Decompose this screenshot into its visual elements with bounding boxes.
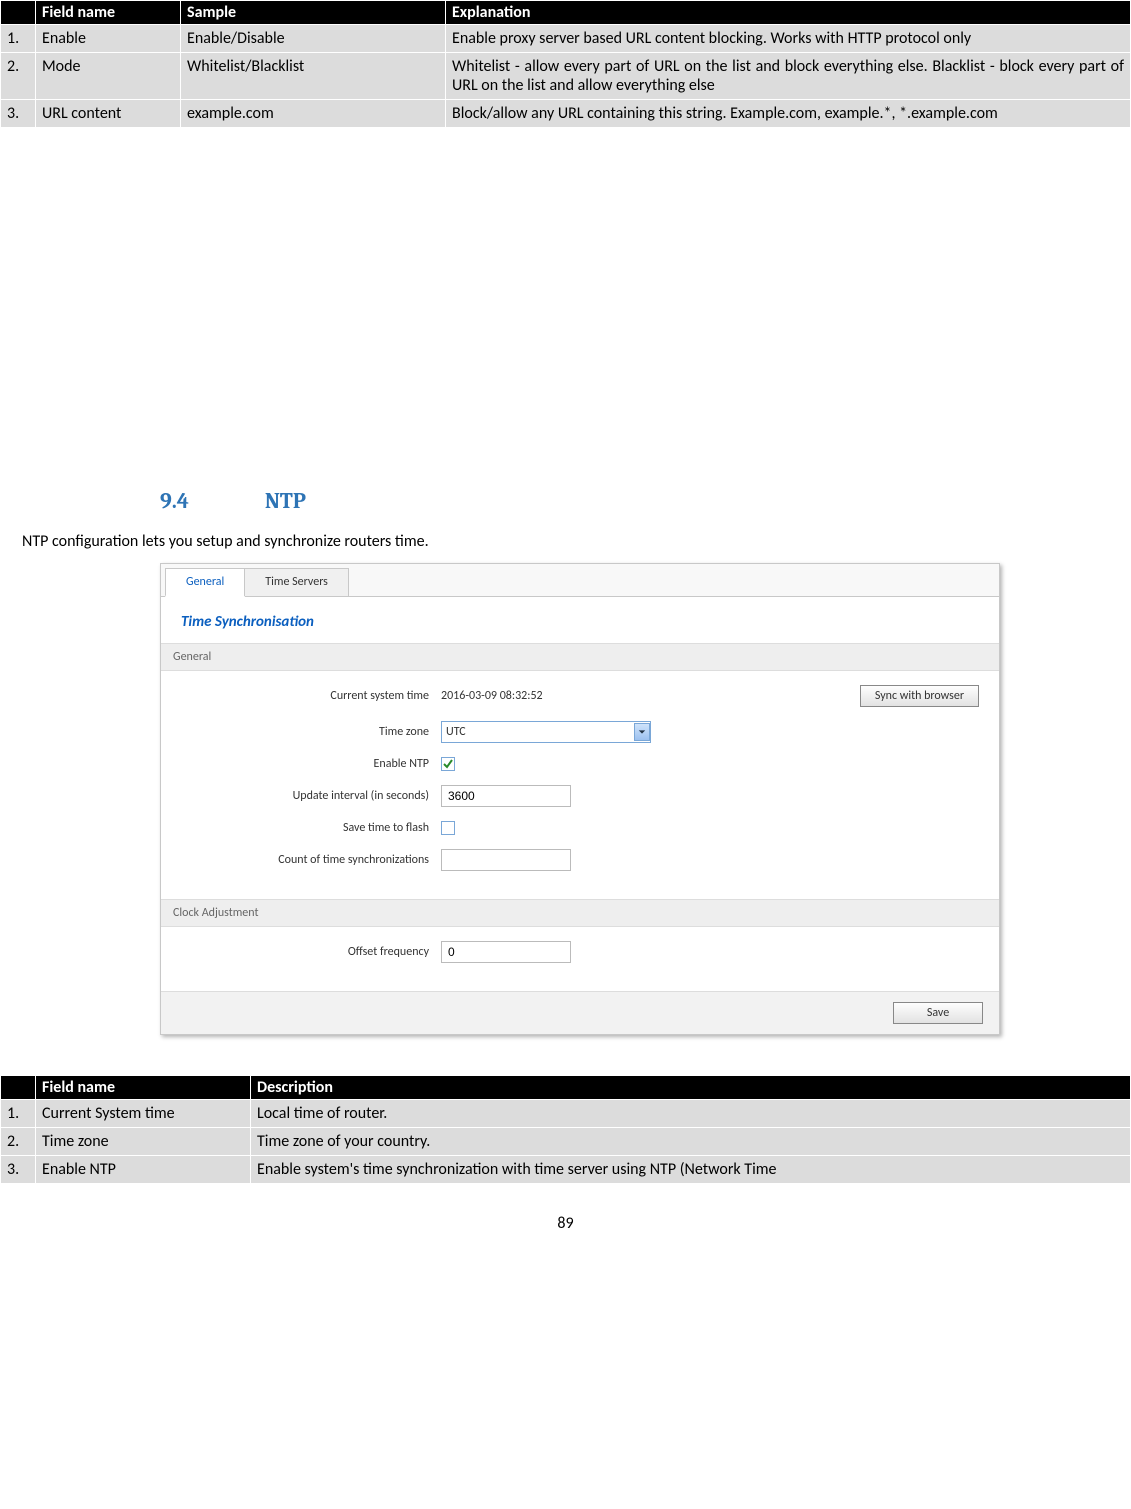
description: Time zone of your country.	[251, 1128, 1131, 1156]
sample: Enable/Disable	[181, 25, 446, 53]
description: Local time of router.	[251, 1100, 1131, 1128]
enable-ntp-checkbox[interactable]	[441, 757, 455, 771]
table-row: 3. Enable NTP Enable system's time synch…	[1, 1156, 1131, 1184]
time-zone-select[interactable]: UTC	[441, 721, 651, 743]
col-sample: Sample	[181, 1, 446, 25]
col-expl: Explanation	[446, 1, 1131, 25]
sync-with-browser-button[interactable]: Sync with browser	[860, 685, 979, 707]
intro-paragraph: NTP configuration lets you setup and syn…	[22, 532, 1109, 551]
label-time-zone: Time zone	[181, 725, 441, 739]
field-name: Time zone	[36, 1128, 251, 1156]
col-desc: Description	[251, 1076, 1131, 1100]
row-num: 3.	[1, 100, 36, 128]
group-general: General	[161, 643, 999, 671]
offset-frequency-input[interactable]	[441, 941, 571, 963]
sample: Whitelist/Blacklist	[181, 53, 446, 100]
field-name: Enable	[36, 25, 181, 53]
label-offset-frequency: Offset frequency	[181, 945, 441, 959]
time-zone-value: UTC	[446, 725, 466, 739]
row-enable-ntp: Enable NTP	[181, 757, 979, 771]
field-name: Enable NTP	[36, 1156, 251, 1184]
explanation: Block/allow any URL containing this stri…	[446, 100, 1131, 128]
label-update-interval: Update interval (in seconds)	[181, 789, 441, 803]
col-blank	[1, 1076, 36, 1100]
explanation: Enable proxy server based URL content bl…	[446, 25, 1131, 53]
row-num: 2.	[1, 1128, 36, 1156]
sample: example.com	[181, 100, 446, 128]
row-update-interval: Update interval (in seconds)	[181, 785, 979, 807]
label-enable-ntp: Enable NTP	[181, 757, 441, 771]
row-num: 3.	[1, 1156, 36, 1184]
reference-table-ntp: Field name Description 1. Current System…	[0, 1075, 1131, 1184]
save-button[interactable]: Save	[893, 1002, 983, 1024]
label-current-system-time: Current system time	[181, 689, 441, 703]
reference-table-url: Field name Sample Explanation 1. Enable …	[0, 0, 1131, 128]
count-sync-input[interactable]	[441, 849, 571, 871]
row-num: 2.	[1, 53, 36, 100]
description: Enable system's time synchronization wit…	[251, 1156, 1131, 1184]
row-num: 1.	[1, 25, 36, 53]
col-blank	[1, 1, 36, 25]
page-number: 89	[0, 1214, 1131, 1233]
table-header-row: Field name Sample Explanation	[1, 1, 1131, 25]
col-field: Field name	[36, 1076, 251, 1100]
table-header-row: Field name Description	[1, 1076, 1131, 1100]
col-field: Field name	[36, 1, 181, 25]
section-heading: 9.4 NTP	[160, 488, 1131, 514]
table-row: 1. Current System time Local time of rou…	[1, 1100, 1131, 1128]
value-current-system-time: 2016-03-09 08:32:52	[441, 689, 543, 703]
section-title: NTP	[265, 488, 306, 514]
explanation: Whitelist - allow every part of URL on t…	[446, 53, 1131, 100]
field-name: Mode	[36, 53, 181, 100]
row-time-zone: Time zone UTC	[181, 721, 979, 743]
row-offset-frequency: Offset frequency	[181, 941, 979, 963]
field-name: Current System time	[36, 1100, 251, 1128]
row-save-time-to-flash: Save time to flash	[181, 821, 979, 835]
row-count-sync: Count of time synchronizations	[181, 849, 979, 871]
row-current-system-time: Current system time 2016-03-09 08:32:52 …	[181, 685, 979, 707]
row-num: 1.	[1, 1100, 36, 1128]
section-number: 9.4	[160, 488, 260, 514]
tab-time-servers[interactable]: Time Servers	[244, 568, 349, 596]
tab-bar: General Time Servers	[161, 564, 999, 597]
table-row: 3. URL content example.com Block/allow a…	[1, 100, 1131, 128]
ntp-config-panel: General Time Servers Time Synchronisatio…	[160, 563, 1000, 1035]
update-interval-input[interactable]	[441, 785, 571, 807]
tab-general[interactable]: General	[165, 568, 245, 597]
panel-title: Time Synchronisation	[161, 597, 999, 643]
label-count-sync: Count of time synchronizations	[181, 853, 441, 867]
table-row: 2. Time zone Time zone of your country.	[1, 1128, 1131, 1156]
table-row: 1. Enable Enable/Disable Enable proxy se…	[1, 25, 1131, 53]
field-name: URL content	[36, 100, 181, 128]
save-time-checkbox[interactable]	[441, 821, 455, 835]
group-clock-adjustment: Clock Adjustment	[161, 899, 999, 927]
table-row: 2. Mode Whitelist/Blacklist Whitelist - …	[1, 53, 1131, 100]
chevron-down-icon	[634, 723, 650, 741]
label-save-time: Save time to flash	[181, 821, 441, 835]
